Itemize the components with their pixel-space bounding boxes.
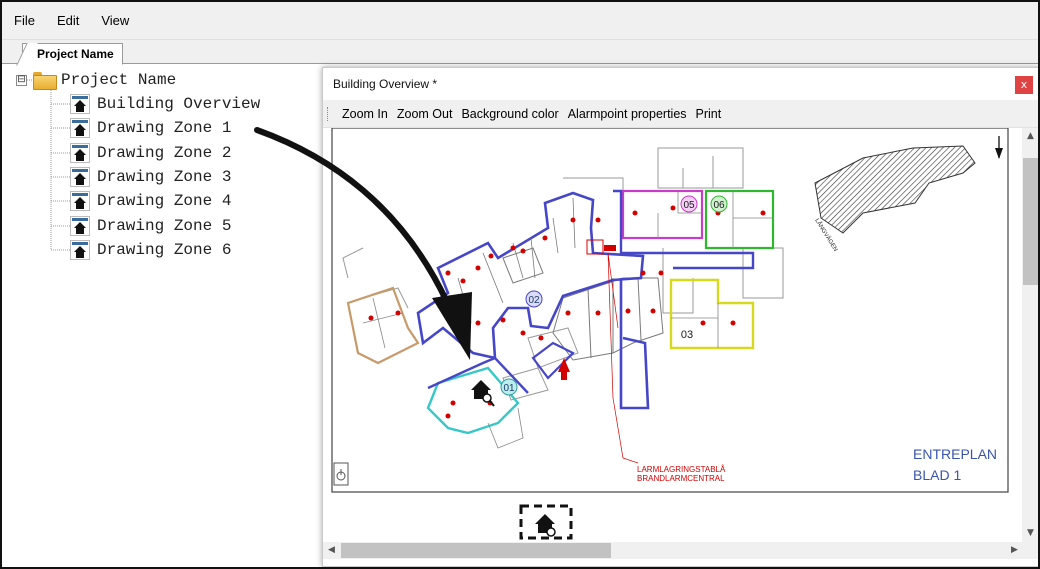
svg-text:05: 05 <box>683 200 695 211</box>
tree-item-drawing-zone-1[interactable]: Drawing Zone 1 <box>70 117 231 139</box>
alarmpoint-properties-button[interactable]: Alarmpoint properties <box>568 105 687 123</box>
horizontal-scroll-thumb[interactable] <box>341 543 611 558</box>
tree-item-label: Building Overview <box>97 95 261 113</box>
tree-item-drawing-zone-5[interactable]: Drawing Zone 5 <box>70 215 231 237</box>
toolbar-grip-icon[interactable] <box>327 106 331 121</box>
tree-item-label: Drawing Zone 4 <box>97 192 232 210</box>
power-symbol-icon <box>333 462 349 486</box>
drag-drop-target-icon[interactable] <box>519 504 573 540</box>
tree-root-label: Project Name <box>61 71 177 89</box>
tab-project-name[interactable]: Project Name <box>22 43 123 65</box>
close-icon[interactable]: x <box>1015 76 1033 94</box>
menu-edit[interactable]: Edit <box>55 11 81 30</box>
zone-badge-06: 06 <box>710 195 728 213</box>
drawing-toolbar: Zoom In Zoom Out Background color Alarmp… <box>323 100 1038 128</box>
menu-file[interactable]: File <box>12 11 37 30</box>
drawing-canvas[interactable]: LÅNGVÄGEN LARMLAGRINGSTABLÅ BRANDLARMCEN… <box>323 128 1023 542</box>
tree-item-label: Drawing Zone 2 <box>97 144 232 162</box>
zoom-out-button[interactable]: Zoom Out <box>397 105 453 123</box>
alarm-central-label-2: BRANDLARMCENTRAL <box>637 474 725 483</box>
tree-item-label: Drawing Zone 6 <box>97 241 232 259</box>
drawing-icon <box>70 167 90 187</box>
tree-root-project[interactable]: ⊟ Project Name <box>16 69 176 91</box>
menu-bar: File Edit View <box>2 2 1038 40</box>
scroll-left-icon[interactable]: ◀ <box>323 542 340 559</box>
tree-item-building-overview[interactable]: Building Overview <box>70 93 260 115</box>
tab-label: Project Name <box>37 47 114 61</box>
building-overview-window: Building Overview * x Zoom In Zoom Out B… <box>322 67 1038 567</box>
zone-badge-02: 02 <box>525 290 543 308</box>
background-color-button[interactable]: Background color <box>461 105 558 123</box>
scroll-right-icon[interactable]: ▶ <box>1006 542 1023 559</box>
folder-icon <box>33 72 57 90</box>
drawing-icon <box>70 240 90 260</box>
tree-item-drawing-zone-4[interactable]: Drawing Zone 4 <box>70 190 231 212</box>
tree-item-label: Drawing Zone 1 <box>97 119 232 137</box>
tree-item-drawing-zone-6[interactable]: Drawing Zone 6 <box>70 239 231 261</box>
scroll-up-icon[interactable]: ▲ <box>1022 128 1038 145</box>
drawing-icon <box>70 94 90 114</box>
vertical-scroll-thumb[interactable] <box>1023 158 1038 285</box>
document-tab-strip: Project Name <box>2 40 1038 65</box>
zoom-in-button[interactable]: Zoom In <box>342 105 388 123</box>
alarm-central-label-1: LARMLAGRINGSTABLÅ <box>637 465 726 474</box>
tree-item-drawing-zone-3[interactable]: Drawing Zone 3 <box>70 166 231 188</box>
floor-plan-drawing: LÅNGVÄGEN LARMLAGRINGSTABLÅ BRANDLARMCEN… <box>331 128 1009 540</box>
svg-text:06: 06 <box>713 200 725 211</box>
drawing-icon <box>70 191 90 211</box>
tree-item-drawing-zone-2[interactable]: Drawing Zone 2 <box>70 142 231 164</box>
drawing-icon <box>70 143 90 163</box>
scroll-down-icon[interactable]: ▼ <box>1022 525 1038 542</box>
app-window: File Edit View Project Name ⊟ Project Na… <box>0 0 1040 569</box>
print-button[interactable]: Print <box>696 105 722 123</box>
vertical-scrollbar[interactable]: ▲ ▼ <box>1022 128 1038 542</box>
svg-text:02: 02 <box>528 295 540 306</box>
sheet-label-2: BLAD 1 <box>913 467 961 483</box>
drawing-icon <box>70 216 90 236</box>
project-tree: ⊟ Project Name Building Overview Drawing… <box>10 68 320 558</box>
collapse-toggle-icon[interactable]: ⊟ <box>16 74 27 86</box>
zone-badge-01: 01 <box>500 378 518 396</box>
window-title: Building Overview * <box>323 68 1038 100</box>
zone-badge-05: 05 <box>680 195 698 213</box>
menu-view[interactable]: View <box>99 11 131 30</box>
svg-text:01: 01 <box>503 383 515 394</box>
svg-text:03: 03 <box>681 329 693 341</box>
zone-badge-03: 03 <box>681 329 693 341</box>
horizontal-scrollbar[interactable]: ◀ ▶ <box>323 542 1023 559</box>
resize-grip-icon[interactable] <box>1022 542 1038 559</box>
sheet-label-1: ENTREPLAN <box>913 446 997 462</box>
tree-item-label: Drawing Zone 3 <box>97 168 232 186</box>
tree-item-label: Drawing Zone 5 <box>97 217 232 235</box>
drawing-icon <box>70 118 90 138</box>
